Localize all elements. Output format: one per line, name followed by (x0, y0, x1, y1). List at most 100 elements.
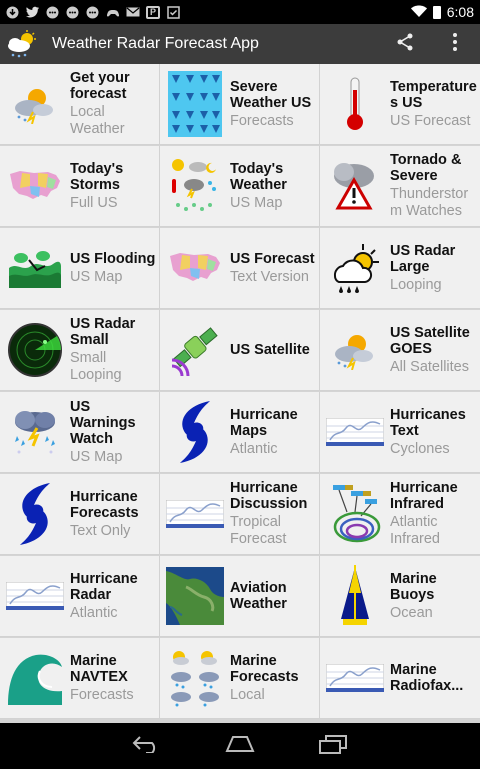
parking-icon: P (146, 5, 160, 19)
tile-hurricane-forecasts[interactable]: Hurricane Forecasts Text Only (0, 474, 160, 555)
tile-subtitle: Atlantic Infrared (390, 514, 440, 547)
tile-marine-radiofax[interactable]: Marine Radiofax... (320, 638, 480, 719)
back-icon (132, 735, 162, 758)
tile-us-forecast[interactable]: US Forecast Text Version (160, 228, 320, 309)
battery-icon (432, 5, 441, 19)
us-map-icon (6, 151, 64, 221)
tile-subtitle: Forecasts (230, 112, 294, 129)
tile-subtitle: Thunderstor m Watches (390, 186, 469, 219)
tile-title: US Forecast (230, 250, 315, 267)
tile-title: Marine NAVTEX (70, 652, 128, 685)
tile-subtitle: Looping (390, 276, 442, 293)
tile-subtitle: Local (230, 686, 265, 703)
tile-us-satellite-goes[interactable]: US Satellite GOES All Satellites (320, 310, 480, 391)
tile-title: Temperature s US (390, 78, 477, 111)
tile-hurricane-radar[interactable]: Hurricane Radar Atlantic (0, 556, 160, 637)
tile-title: US Radar Small (70, 316, 136, 348)
tile-subtitle: Small Looping (70, 350, 122, 383)
tile-subtitle: US Map (70, 268, 123, 285)
share-button[interactable] (380, 24, 430, 64)
tile-title: US Radar Large (390, 242, 456, 275)
wifi-icon (410, 4, 427, 20)
navigation-bar (0, 723, 480, 769)
tile-subtitle: Text Only (70, 522, 131, 539)
twitter-icon (26, 6, 39, 19)
download-icon (6, 6, 19, 19)
sun-cloud-lightning-icon (326, 315, 384, 385)
tile-tornado-severe[interactable]: Tornado & Severe Thunderstor m Watches (320, 146, 480, 227)
hurricane-icon (166, 397, 224, 467)
action-bar: Weather Radar Forecast App (0, 24, 480, 64)
tile-title: Today's Storms (70, 160, 124, 193)
tile-subtitle: All Satellites (390, 358, 469, 375)
wave-icon (6, 643, 64, 713)
flood-icon (6, 233, 64, 303)
tile-title: US Flooding (70, 250, 156, 267)
tile-subtitle: Ocean (390, 604, 433, 621)
tile-us-radar-small[interactable]: US Radar Small Small Looping (0, 310, 160, 391)
tile-hurricane-discussion[interactable]: Hurricane Discussion Tropical Forecast (160, 474, 320, 555)
tile-hurricane-maps[interactable]: Hurricane Maps Atlantic (160, 392, 320, 473)
tile-title: Aviation Weather (230, 580, 287, 612)
tile-subtitle: Forecasts (70, 686, 134, 703)
gamepad-icon (106, 6, 120, 19)
tile-temperatures-us[interactable]: Temperature s US US Forecast (320, 64, 480, 145)
recent-apps-button[interactable] (308, 726, 358, 766)
tile-marine-forecasts[interactable]: Marine Forecasts Local (160, 638, 320, 719)
tile-title: Hurricane Radar (70, 570, 138, 603)
tile-marine-navtex[interactable]: Marine NAVTEX Forecasts (0, 638, 160, 719)
tile-us-warnings-watch[interactable]: US Warnings Watch US Map (0, 392, 160, 473)
tile-title: Get your forecast (70, 70, 130, 102)
tile-title: US Warnings Watch (70, 398, 136, 447)
recent-apps-icon (318, 734, 348, 759)
tile-subtitle: US Map (230, 194, 283, 211)
tile-subtitle: Atlantic (230, 440, 278, 457)
tile-subtitle: Tropical Forecast (230, 514, 287, 547)
storm-cloud-icon (6, 397, 64, 467)
tile-subtitle: Cyclones (390, 440, 450, 457)
us-map-icon (166, 233, 224, 303)
tile-title: US Satellite (230, 342, 310, 358)
tile-us-flooding[interactable]: US Flooding US Map (0, 228, 160, 309)
thermometer-icon (326, 69, 384, 139)
tile-aviation-weather[interactable]: Aviation Weather (160, 556, 320, 637)
tile-hurricane-infrared[interactable]: Hurricane Infrared Atlantic Infrared (320, 474, 480, 555)
chart-strip-icon (326, 643, 384, 713)
tile-marine-buoys[interactable]: Marine Buoys Ocean (320, 556, 480, 637)
mail-icon (126, 6, 140, 19)
tile-hurricanes-text[interactable]: Hurricanes Text Cyclones (320, 392, 480, 473)
tile-us-satellite[interactable]: US Satellite (160, 310, 320, 391)
tile-todays-weather[interactable]: Today's Weather US Map (160, 146, 320, 227)
tile-get-your-forecast[interactable]: Get your forecast Local Weather (0, 64, 160, 145)
back-button[interactable] (122, 726, 172, 766)
hurricane-icon (6, 479, 64, 549)
chart-strip-icon (6, 561, 64, 631)
tile-todays-storms[interactable]: Today's Storms Full US (0, 146, 160, 227)
tile-subtitle: Full US (70, 194, 118, 211)
message-icon (46, 6, 59, 19)
tile-title: Hurricane Infrared (390, 480, 458, 512)
tile-title: Severe Weather US (230, 78, 312, 111)
aerial-map-icon (166, 561, 224, 631)
status-bar: P 6:08 (0, 0, 480, 24)
warning-cloud-icon (326, 151, 384, 221)
message-icon (86, 6, 99, 19)
infrared-track-icon (326, 479, 384, 549)
tile-subtitle: Local Weather (70, 104, 125, 137)
tile-subtitle: Atlantic (70, 604, 118, 621)
sun-rain-icon (326, 233, 384, 303)
sun-cloud-lightning-icon (6, 69, 64, 139)
tile-title: Tornado & Severe (390, 152, 462, 184)
message-icon (66, 6, 79, 19)
home-button[interactable] (215, 726, 265, 766)
check-icon (167, 5, 180, 19)
tile-severe-weather-us[interactable]: Severe Weather US Forecasts (160, 64, 320, 145)
app-logo-icon[interactable] (0, 24, 44, 64)
tile-us-radar-large[interactable]: US Radar Large Looping (320, 228, 480, 309)
tile-title: Hurricane Discussion (230, 480, 308, 512)
weather-symbols-icon (166, 151, 224, 221)
overflow-menu-button[interactable] (430, 24, 480, 64)
tile-title: Today's Weather (230, 160, 287, 193)
menu-grid: Get your forecast Local Weather Severe W… (0, 64, 480, 723)
tile-subtitle: US Map (70, 448, 123, 465)
